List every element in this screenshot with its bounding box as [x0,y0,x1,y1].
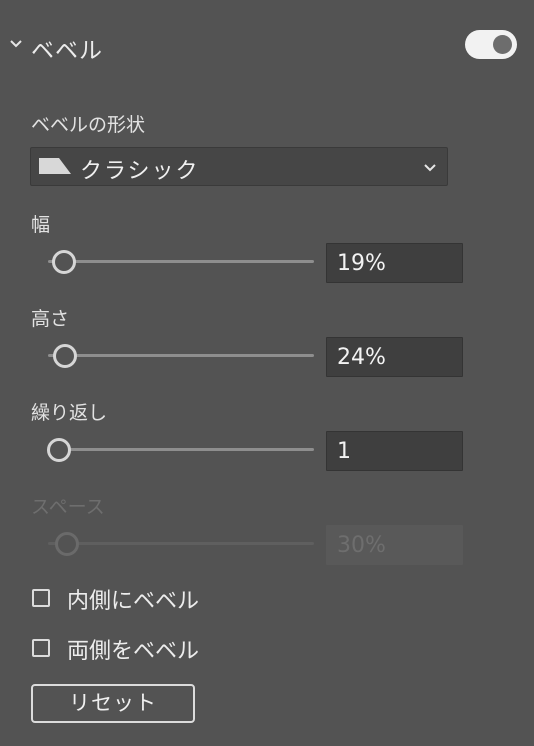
bevel-enable-toggle[interactable] [465,30,517,59]
shape-label: ベベルの形状 [31,114,146,136]
height-slider[interactable] [48,344,314,368]
slider-thumb[interactable] [53,344,78,368]
section-header[interactable]: ベベル [0,22,534,68]
bevel-panel: ベベル ベベルの形状 クラシック 幅 19% 高さ 24% 繰り返し 1 スペー… [0,0,534,746]
slider-thumb[interactable] [47,438,71,462]
classic-bevel-shape-icon [39,158,71,174]
space-label: スペース [31,496,105,518]
chevron-down-icon[interactable] [9,39,23,49]
repeat-value-field[interactable]: 1 [326,431,463,471]
slider-track [48,354,314,357]
width-slider[interactable] [48,250,314,274]
width-label: 幅 [31,214,51,236]
slider-track [48,542,314,545]
shape-select[interactable]: クラシック [30,147,448,186]
both-sides-label: 両側をベベル [67,639,200,664]
reset-button[interactable]: リセット [31,684,195,723]
chevron-down-icon [424,164,436,172]
repeat-slider[interactable] [47,438,314,462]
inner-bevel-checkbox[interactable] [32,589,50,607]
height-value-field[interactable]: 24% [326,337,463,377]
space-value-field: 30% [326,525,463,565]
slider-track [48,448,314,451]
space-slider [48,532,314,556]
both-sides-checkbox[interactable] [32,639,50,657]
shape-select-value: クラシック [80,159,200,184]
repeat-label: 繰り返し [31,402,108,424]
height-label: 高さ [31,308,70,330]
slider-thumb[interactable] [52,250,77,274]
slider-track [48,260,314,263]
inner-bevel-label: 内側にベベル [67,589,200,614]
width-value-field[interactable]: 19% [326,243,463,283]
section-title: ベベル [31,38,103,64]
toggle-knob [493,35,512,54]
slider-thumb [54,532,79,556]
